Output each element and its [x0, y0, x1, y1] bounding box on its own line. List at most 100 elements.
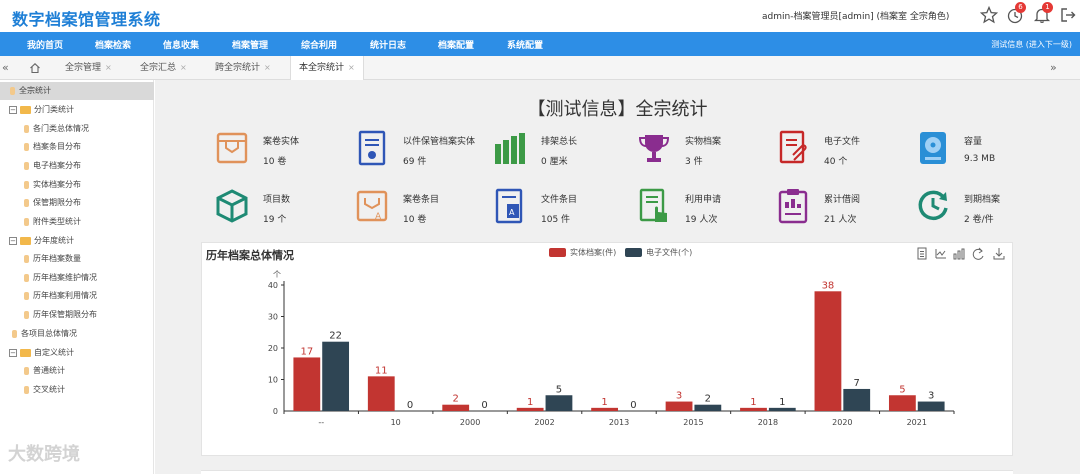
data-view-icon[interactable] — [917, 247, 927, 260]
stat-item-entity: 以件保管档案实体 69 件 — [355, 130, 495, 170]
cube-icon — [216, 189, 248, 223]
line-chart-icon[interactable] — [935, 249, 946, 259]
refresh-icon[interactable] — [972, 247, 984, 260]
sidebar-item[interactable]: 电子档案分布 — [0, 157, 154, 175]
sidebar-item[interactable]: 历年档案利用情况 — [0, 287, 154, 305]
sidebar-item[interactable]: 保管期限分布 — [0, 194, 154, 212]
next-panel-edge — [201, 470, 1013, 474]
tab-label: 跨全宗统计 — [215, 63, 261, 73]
close-icon[interactable]: × — [105, 63, 112, 72]
home-icon[interactable] — [29, 62, 41, 74]
sidebar-label: 电子档案分布 — [33, 161, 81, 170]
stat-projects: 项目数 19 个 — [215, 188, 355, 228]
stat-use-requests: 利用申请 19 人次 — [637, 188, 777, 228]
sidebar-item-project-overview[interactable]: 各项目总体情况 — [0, 325, 154, 343]
collapse-icon[interactable]: − — [9, 348, 17, 357]
sidebar-item[interactable]: 历年保管期限分布 — [0, 306, 154, 324]
nav-utilize[interactable]: 综合利用 — [301, 38, 337, 51]
leaf-icon — [24, 198, 29, 207]
stat-value: 21 人次 — [824, 215, 857, 225]
nav-system-config[interactable]: 系统配置 — [507, 38, 543, 51]
x-tick-label: 2002 — [534, 418, 554, 427]
sidebar-label: 历年保管期限分布 — [33, 310, 97, 319]
nav-next-level[interactable]: 测试信息 (进入下一级) — [991, 39, 1072, 50]
tab-cross-fonds-stats[interactable]: 跨全宗统计 × — [215, 56, 271, 80]
data-label: 1 — [527, 397, 533, 408]
y-tick-label: 10 — [268, 376, 278, 385]
sidebar-item[interactable]: 历年档案维护情况 — [0, 269, 154, 287]
file-sort-icon: A — [495, 188, 523, 224]
nav-stats-log[interactable]: 统计日志 — [370, 38, 406, 51]
nav-manage[interactable]: 档案管理 — [232, 38, 268, 51]
stat-expiring-archives: 到期档案 2 卷/件 — [916, 188, 1056, 228]
legend-swatch — [625, 248, 642, 257]
sidebar-group-custom[interactable]: − 自定义统计 — [0, 344, 154, 362]
stat-label: 累计借阅 — [824, 195, 861, 205]
leaf-icon — [24, 161, 29, 170]
bar-physical — [516, 407, 544, 411]
nav-search[interactable]: 档案检索 — [95, 38, 131, 51]
star-icon[interactable] — [980, 6, 998, 24]
sidebar-item[interactable]: 历年档案数量 — [0, 250, 154, 268]
sidebar-item[interactable]: 各门类总体情况 — [0, 120, 154, 138]
bar-electronic — [694, 404, 722, 411]
x-tick-label: 2015 — [683, 418, 703, 427]
bar-physical — [888, 395, 916, 411]
clipboard-chart-icon — [778, 189, 808, 224]
sidebar-item[interactable]: 交叉统计 — [0, 381, 154, 399]
stat-file-entries: A 文件条目 105 件 — [493, 188, 633, 228]
nav-archive-config[interactable]: 档案配置 — [438, 38, 474, 51]
sidebar-item[interactable]: 档案条目分布 — [0, 138, 154, 156]
tabs-scroll-right-icon[interactable]: » — [1050, 56, 1057, 80]
stat-value: 40 个 — [824, 157, 848, 167]
data-label: 1 — [750, 397, 756, 408]
stat-label: 到期档案 — [964, 195, 1001, 205]
file-attachment-icon — [779, 130, 807, 164]
nav-home[interactable]: 我的首页 — [27, 38, 63, 51]
tabs-scroll-left-icon[interactable]: « — [2, 56, 9, 80]
leaf-icon — [12, 329, 17, 338]
collapse-icon[interactable]: − — [9, 236, 17, 245]
download-icon[interactable] — [993, 248, 1005, 260]
folder-icon — [20, 348, 31, 357]
tab-bar: « 全宗管理 × 全宗汇总 × 跨全宗统计 × 本全宗统计 × » — [0, 56, 1080, 80]
bar-physical — [665, 401, 693, 411]
tab-fonds-manage[interactable]: 全宗管理 × — [65, 56, 112, 80]
sidebar-item[interactable]: 附件类型统计 — [0, 213, 154, 231]
collapse-icon[interactable]: − — [9, 105, 17, 114]
logout-icon[interactable] — [1059, 6, 1077, 24]
data-label: 5 — [556, 384, 562, 395]
x-tick-label: 2013 — [609, 418, 629, 427]
sidebar-label: 各门类总体情况 — [33, 124, 89, 133]
trophy-icon — [638, 135, 670, 162]
close-icon[interactable]: × — [180, 63, 187, 72]
leaf-icon — [10, 86, 15, 95]
sidebar-item[interactable]: 普通统计 — [0, 362, 154, 380]
leaf-icon — [24, 217, 29, 226]
stat-label: 容量 — [964, 137, 983, 147]
stat-label: 实物档案 — [685, 137, 722, 147]
close-icon[interactable]: × — [264, 63, 271, 72]
sidebar-group-by-category[interactable]: − 分门类统计 — [0, 101, 154, 119]
bar-chart-icon[interactable] — [953, 248, 965, 260]
sidebar-item[interactable]: 实体档案分布 — [0, 176, 154, 194]
sidebar-label: 实体档案分布 — [33, 180, 81, 189]
stat-electronic-files: 电子文件 40 个 — [776, 130, 916, 170]
nav-collect[interactable]: 信息收集 — [163, 38, 199, 51]
archive-sort-icon: A — [356, 190, 388, 222]
data-label: 38 — [822, 280, 835, 291]
sidebar-item-fonds-stats[interactable]: 全宗统计 — [0, 82, 154, 100]
sidebar-group-by-year[interactable]: − 分年度统计 — [0, 232, 154, 250]
tab-fonds-summary[interactable]: 全宗汇总 × — [140, 56, 187, 80]
leaf-icon — [24, 254, 29, 263]
bar-electronic — [843, 388, 871, 411]
close-icon[interactable]: × — [348, 63, 355, 72]
bar-physical — [591, 407, 618, 411]
chart-toolbox — [917, 247, 1005, 260]
user-info[interactable]: admin-档案管理员[admin] (档案室 全宗角色) — [762, 9, 949, 22]
stat-label: 利用申请 — [685, 195, 722, 205]
tab-label: 全宗汇总 — [140, 63, 177, 73]
legend-item-electronic[interactable]: 电子文件(个) — [625, 247, 692, 258]
tab-current-fonds-stats[interactable]: 本全宗统计 × — [290, 56, 364, 80]
legend-item-physical[interactable]: 实体档案(件) — [549, 247, 616, 258]
